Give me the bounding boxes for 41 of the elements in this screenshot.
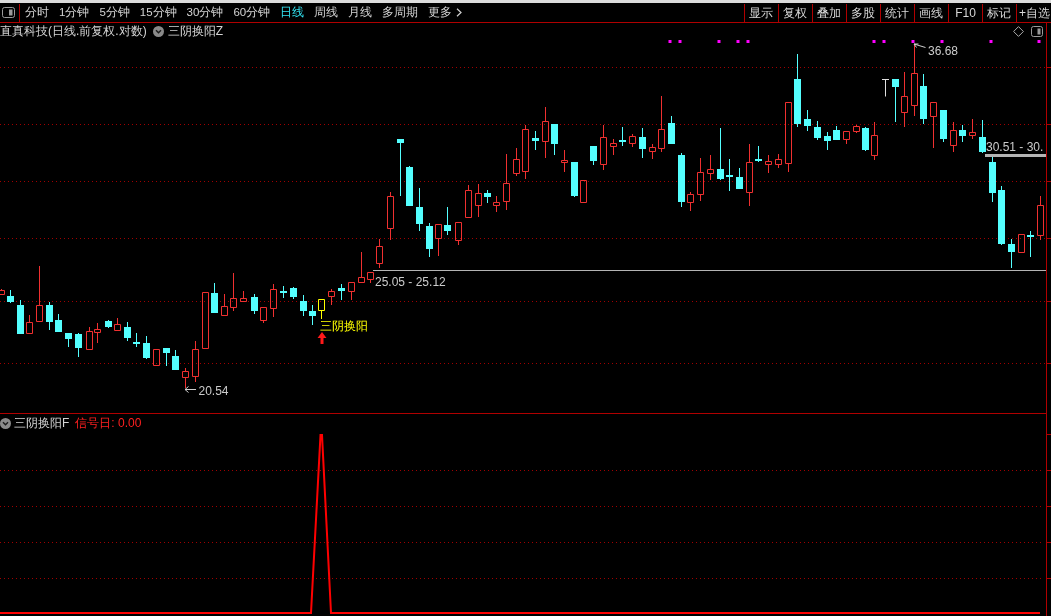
toolbar-button[interactable]: 显示 (744, 4, 778, 22)
up-arrow-icon (317, 332, 327, 344)
doji-candle (881, 79, 890, 97)
indicator-value: 信号日: 0.00 (75, 414, 142, 432)
security-title: 直真科技(日线.前复权.对数) (0, 23, 147, 40)
period-tab[interactable]: 30分钟 (181, 3, 229, 22)
toolbar-button[interactable]: 画线 (914, 4, 948, 22)
toolbar-button[interactable]: 多股 (846, 4, 880, 22)
signal-label: 三阴换阳 (320, 319, 368, 333)
toolbar-button[interactable]: 复权 (778, 4, 812, 22)
indicator-name: 三阴换阳F (14, 414, 70, 432)
period-tab[interactable]: 1分钟 (54, 3, 95, 22)
toolbar-button[interactable]: 标记 (982, 4, 1016, 22)
period-tab[interactable]: 多周期 (377, 3, 424, 22)
toolbar-button[interactable]: 统计 (880, 4, 914, 22)
diamond-icon[interactable] (1013, 26, 1024, 37)
toolbar-button[interactable]: 叠加 (812, 4, 846, 22)
period-tab[interactable]: 60分钟 (228, 3, 276, 22)
indicator-name: 三阴换阳Z (167, 23, 223, 40)
chevron-right-icon (456, 8, 463, 17)
period-tab[interactable]: 周线 (309, 3, 344, 22)
high-price-arrow (913, 43, 926, 48)
more-button[interactable]: 更多 (423, 3, 468, 22)
period-tab[interactable]: 15分钟 (134, 3, 182, 22)
sidebar-icon[interactable] (2, 7, 15, 18)
high-price-label: 36.68 (928, 43, 959, 58)
chevron-down-icon[interactable] (0, 417, 11, 429)
chevron-down-icon[interactable] (152, 26, 164, 37)
period-tab[interactable]: 分时 (20, 3, 54, 22)
period-tab[interactable]: 5分钟 (94, 3, 135, 22)
signal-candle (318, 299, 325, 320)
toolbar-button[interactable]: F10 (948, 4, 982, 22)
low-price-arrow (184, 386, 197, 393)
range-line (985, 154, 1046, 157)
low-price-label: 20.54 (198, 384, 229, 398)
toolbar-button[interactable]: +自选 (1016, 4, 1051, 22)
period-tab[interactable]: 日线 (275, 3, 310, 22)
sidebar-icon[interactable] (1031, 26, 1043, 37)
range-label: 25.05 - 25.12 (375, 274, 446, 289)
period-tab[interactable]: 月线 (343, 3, 378, 22)
range-label: 30.51 - 30. (986, 139, 1044, 154)
